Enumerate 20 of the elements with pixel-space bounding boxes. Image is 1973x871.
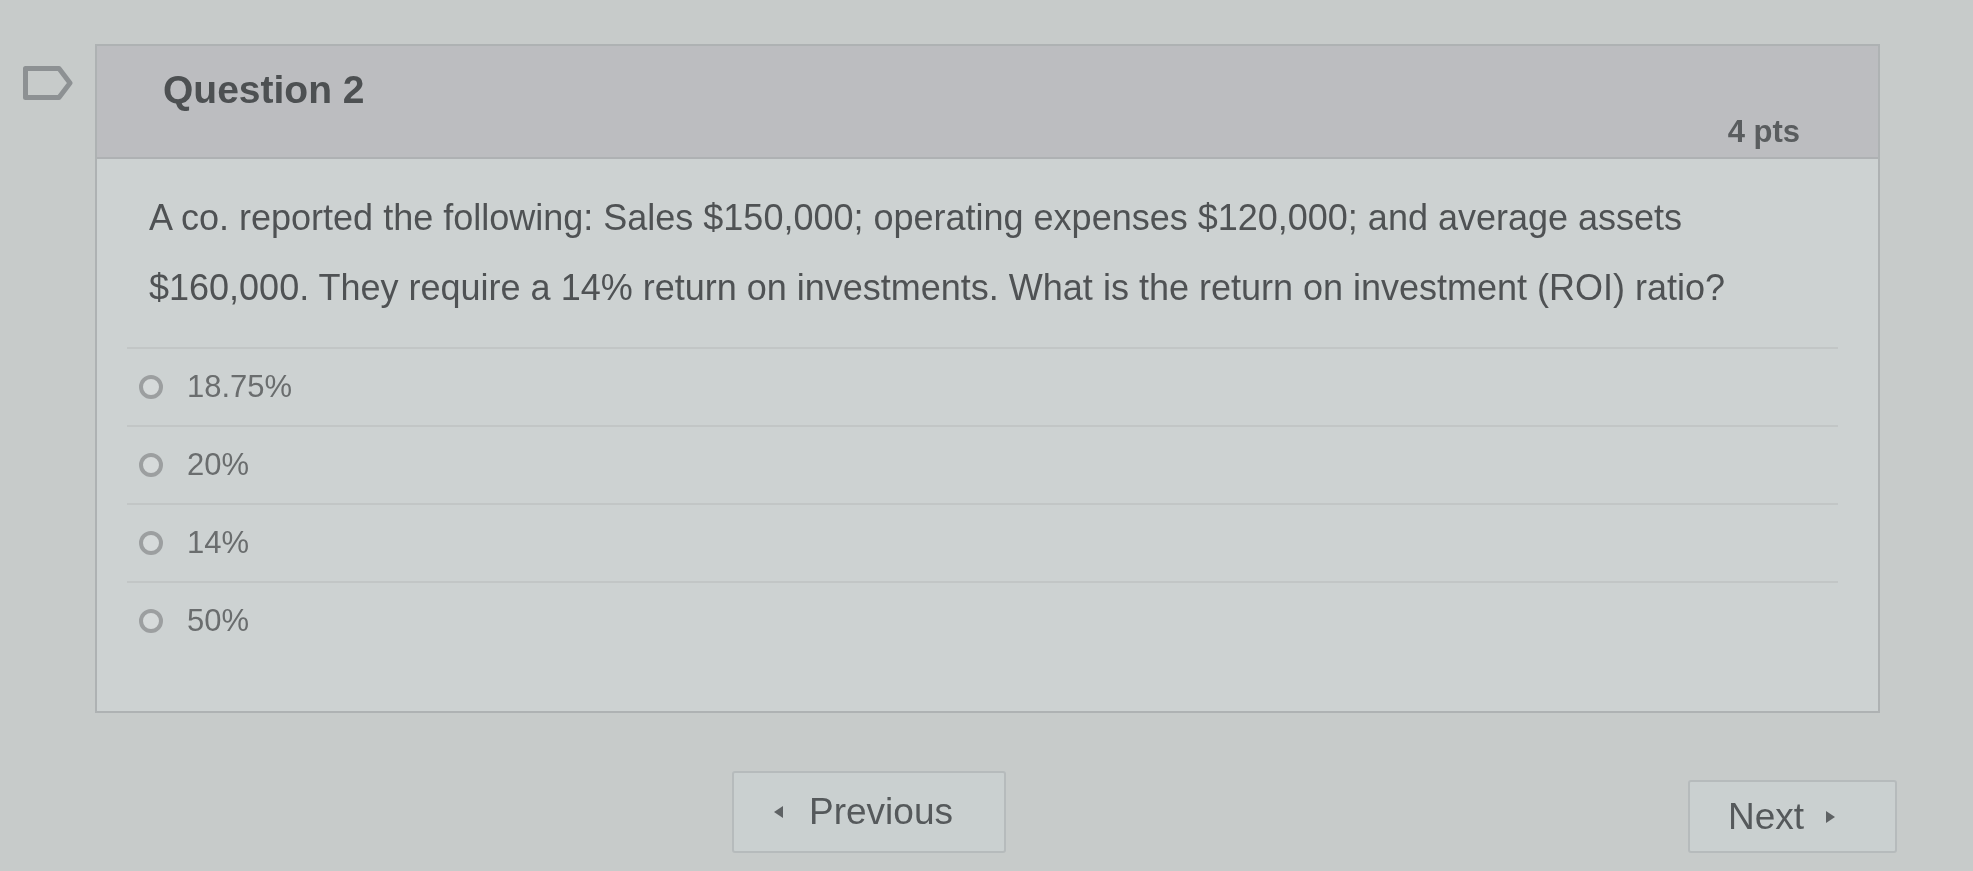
answer-option[interactable]: 14%	[127, 524, 250, 562]
answer-option[interactable]: 50%	[127, 602, 250, 640]
next-button[interactable]: Next	[1688, 780, 1897, 853]
flag-icon[interactable]	[22, 66, 73, 100]
answer-label: 18.75%	[187, 368, 293, 406]
radio-button[interactable]	[139, 375, 163, 399]
radio-button[interactable]	[139, 531, 163, 555]
question-points: 4 pts	[1727, 114, 1800, 150]
answer-label: 50%	[187, 602, 250, 640]
caret-left-icon	[774, 806, 783, 818]
answer-label: 20%	[187, 446, 250, 484]
caret-right-icon	[1826, 810, 1836, 823]
radio-button[interactable]	[139, 609, 163, 633]
radio-button[interactable]	[139, 453, 163, 477]
answer-option[interactable]: 18.75%	[127, 368, 293, 406]
answer-option[interactable]: 20%	[127, 446, 250, 484]
question-title: Question 2	[163, 67, 365, 113]
previous-button[interactable]: Previous	[732, 771, 1006, 853]
question-text: A co. reported the following: Sales $150,000; operating expenses $120,000; and average assets $160,000. They require a 14% return on investments. What is the return on investment (ROI) ratio?	[149, 196, 1727, 310]
answer-label: 14%	[187, 524, 250, 562]
